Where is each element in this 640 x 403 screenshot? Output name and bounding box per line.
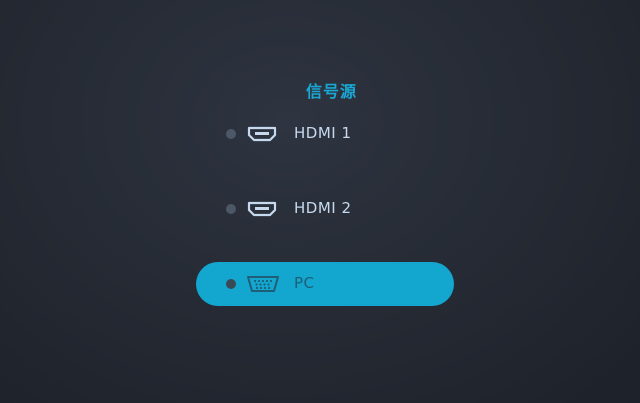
hdmi-port-icon <box>246 199 278 219</box>
source-label: PC <box>294 274 315 292</box>
source-label: HDMI 1 <box>294 124 352 142</box>
vga-port-icon <box>246 274 279 294</box>
source-item-hdmi-1[interactable]: HDMI 1 <box>196 112 454 156</box>
status-dot <box>226 279 236 289</box>
source-item-pc[interactable]: PC <box>196 262 454 306</box>
source-label: HDMI 2 <box>294 199 352 217</box>
status-dot <box>226 204 236 214</box>
hdmi-port-icon <box>246 124 278 144</box>
menu-title: 信号源 <box>306 82 358 101</box>
input-source-menu: 信号源 HDMI 1 HDMI 2 PC <box>0 0 640 403</box>
source-item-hdmi-2[interactable]: HDMI 2 <box>196 187 454 231</box>
status-dot <box>226 129 236 139</box>
